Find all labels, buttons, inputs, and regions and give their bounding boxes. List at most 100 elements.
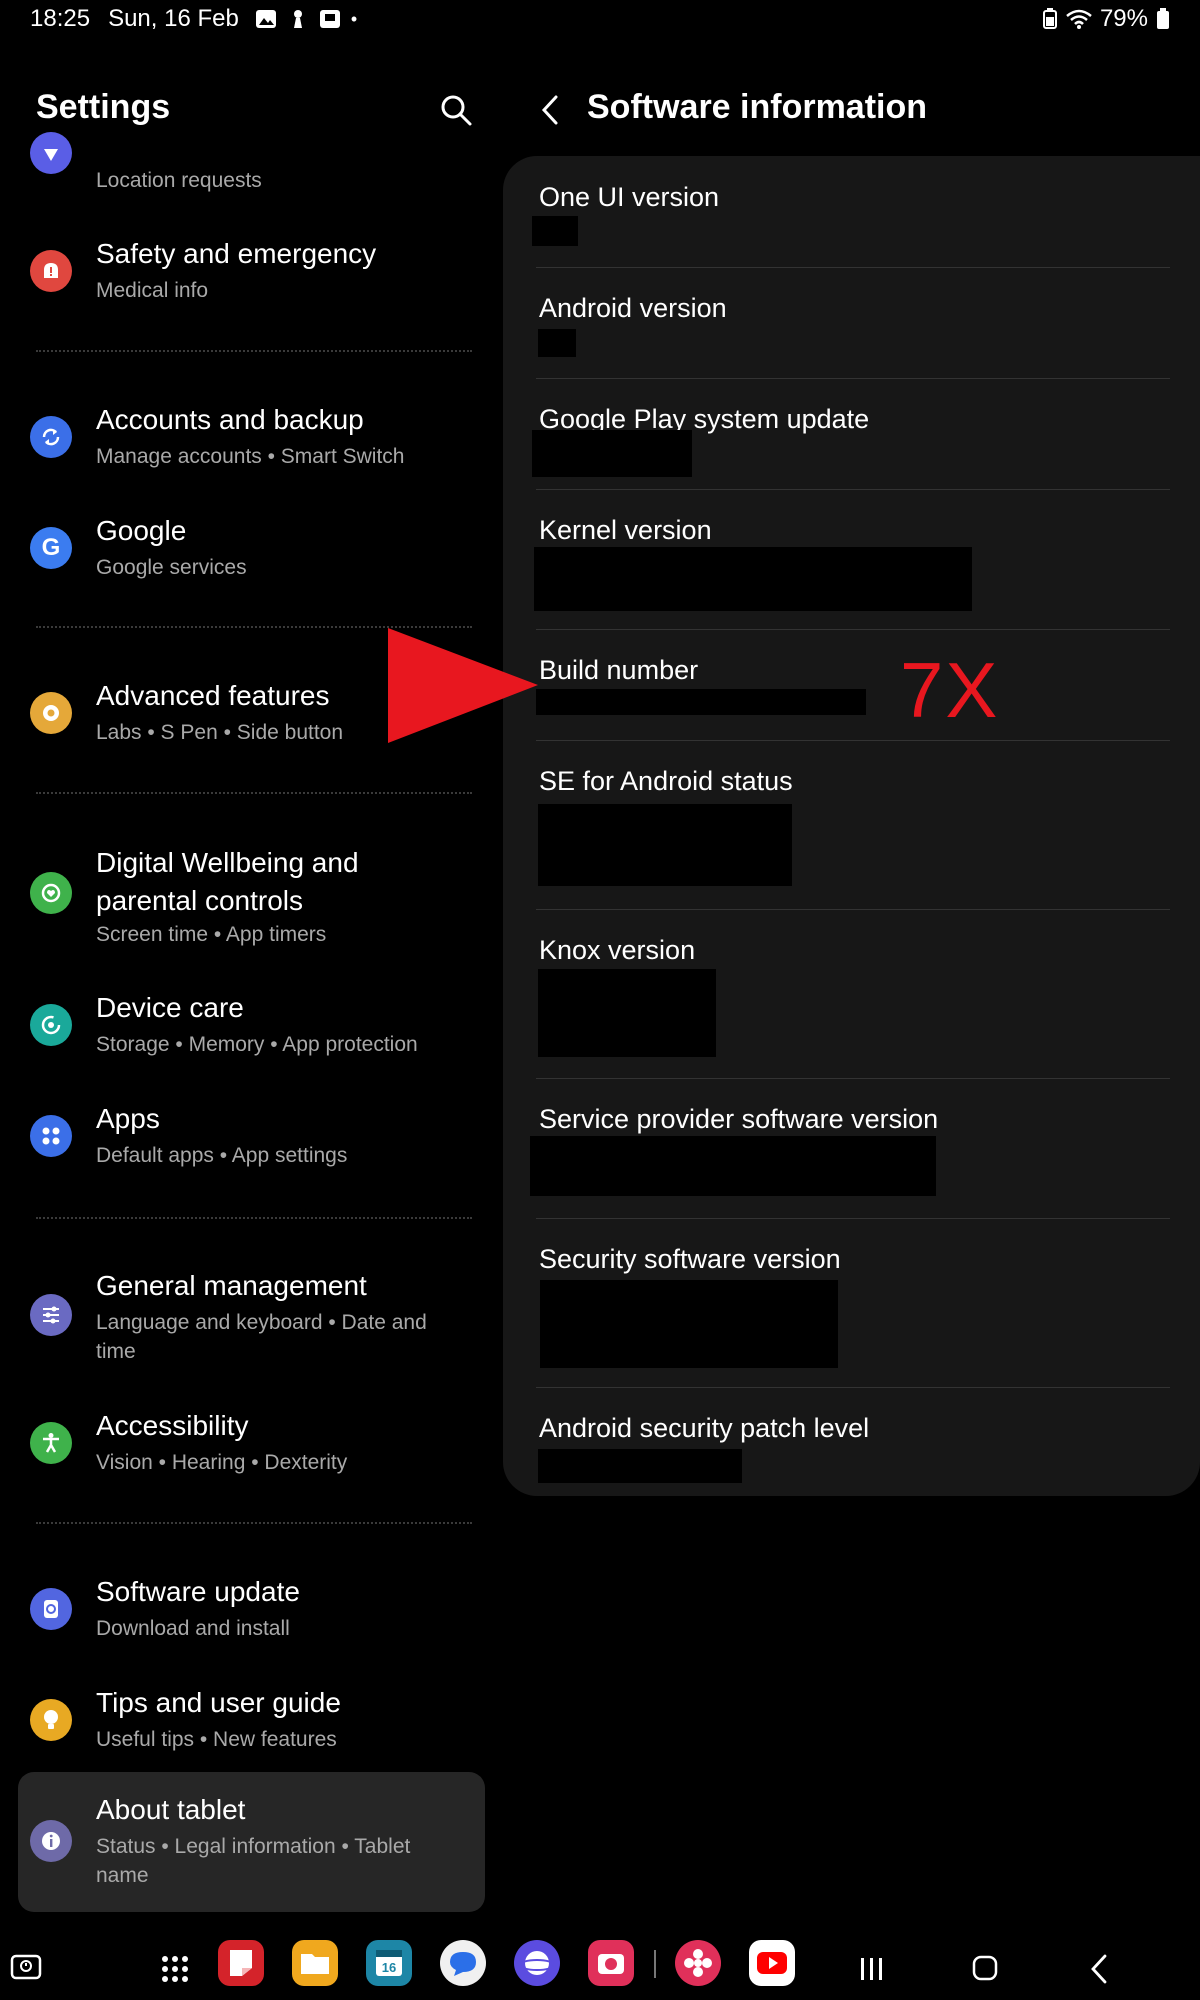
settings-item-subtitle: Status • Legal information • Tablet name xyxy=(96,1835,411,1887)
row-divider xyxy=(536,1078,1170,1079)
settings-item-title: Google xyxy=(96,515,187,546)
settings-item-subtitle: Storage • Memory • App protection xyxy=(96,1033,418,1056)
settings-item-title: Safety and emergency xyxy=(96,238,377,269)
info-row-android-version[interactable]: Android version xyxy=(536,289,1170,379)
info-row-se-android-status[interactable]: SE for Android status xyxy=(536,762,1170,908)
screenshot-notification-icon xyxy=(319,10,340,28)
settings-item-title: About tablet xyxy=(96,1794,246,1825)
settings-item-subtitle: Language and keyboard • Date and time xyxy=(96,1311,427,1363)
settings-item-software-update[interactable]: Software update Download and install xyxy=(0,1574,490,1654)
info-row-one-ui-version[interactable]: One UI version xyxy=(532,178,1170,268)
home-button-icon[interactable] xyxy=(970,1953,1000,1983)
info-row-knox-version[interactable]: Knox version xyxy=(536,931,1170,1077)
settings-item-digital-wellbeing[interactable]: Digital Wellbeing and parental controls … xyxy=(0,842,490,952)
row-divider xyxy=(536,629,1170,630)
info-row-label: Build number xyxy=(539,655,699,685)
row-divider xyxy=(536,1387,1170,1388)
settings-item-device-care[interactable]: Device care Storage • Memory • App prote… xyxy=(0,990,490,1070)
info-row-build-number[interactable]: Build number xyxy=(536,651,1170,741)
recent-apps-panel-icon[interactable] xyxy=(10,1954,42,1984)
google-icon: G xyxy=(30,527,72,569)
redacted-value xyxy=(540,1280,838,1368)
messages-app-icon[interactable] xyxy=(440,1940,486,1986)
section-divider xyxy=(36,1217,472,1219)
status-left: 18:25 Sun, 16 Feb • xyxy=(30,5,357,33)
info-row-security-patch-level[interactable]: Android security patch level xyxy=(536,1409,1170,1499)
settings-item-accounts[interactable]: Accounts and backup Manage accounts • Sm… xyxy=(0,402,490,482)
settings-item-general-management[interactable]: General management Language and keyboard… xyxy=(0,1268,490,1378)
settings-item-title: Digital Wellbeing and parental controls xyxy=(96,847,359,916)
back-button-icon[interactable] xyxy=(1088,1953,1110,1985)
calendar-app-icon[interactable]: 16 xyxy=(366,1940,412,1986)
row-divider xyxy=(536,267,1170,268)
recents-button-icon[interactable] xyxy=(858,1954,886,1984)
settings-item-subtitle: Download and install xyxy=(96,1617,290,1640)
notes-app-icon[interactable] xyxy=(218,1940,264,1986)
row-divider xyxy=(536,740,1170,741)
battery-icon xyxy=(1157,8,1169,29)
back-arrow-icon[interactable] xyxy=(536,92,566,128)
battery-saver-icon xyxy=(1042,8,1057,29)
info-row-kernel-version[interactable]: Kernel version xyxy=(534,511,1170,629)
device-care-icon xyxy=(30,1004,72,1046)
info-row-label: Security software version xyxy=(539,1244,841,1274)
status-date: Sun, 16 Feb xyxy=(108,5,239,32)
settings-item-about-tablet[interactable]: About tablet Status • Legal information … xyxy=(18,1772,485,1912)
settings-item-subtitle: Vision • Hearing • Dexterity xyxy=(96,1451,348,1474)
app-drawer-icon[interactable] xyxy=(160,1954,190,1984)
redacted-value xyxy=(536,689,866,715)
info-row-label: Service provider software version xyxy=(539,1104,939,1134)
software-update-icon xyxy=(30,1588,72,1630)
info-row-label: SE for Android status xyxy=(539,766,793,796)
sliders-icon xyxy=(30,1294,72,1336)
settings-item-title: Accessibility xyxy=(96,1410,249,1441)
redacted-value xyxy=(532,430,692,477)
settings-item-location[interactable]: Location requests xyxy=(0,132,490,192)
redacted-value xyxy=(530,1136,936,1196)
redacted-value xyxy=(538,1449,742,1483)
chess-notification-icon xyxy=(293,10,302,28)
search-icon[interactable] xyxy=(438,92,474,128)
settings-item-accessibility[interactable]: Accessibility Vision • Hearing • Dexteri… xyxy=(0,1408,490,1488)
settings-item-title: Software update xyxy=(96,1576,300,1607)
info-row-service-provider-version[interactable]: Service provider software version xyxy=(530,1100,1170,1218)
status-time: 18:25 xyxy=(30,5,91,32)
camera-app-icon[interactable] xyxy=(588,1940,634,1986)
settings-item-title: Advanced features xyxy=(96,680,330,711)
settings-title: Settings xyxy=(36,88,171,126)
settings-item-tips[interactable]: Tips and user guide Useful tips • New fe… xyxy=(0,1685,490,1765)
settings-item-apps[interactable]: Apps Default apps • App settings xyxy=(0,1101,490,1181)
annotation-tap-count: 7X xyxy=(900,646,1000,734)
info-row-label: Android security patch level xyxy=(539,1413,870,1443)
annotation-arrow-icon xyxy=(388,628,538,743)
settings-item-google[interactable]: G Google Google services xyxy=(0,513,490,593)
internet-app-icon[interactable] xyxy=(514,1940,560,1986)
youtube-app-icon[interactable] xyxy=(749,1940,795,1986)
info-icon xyxy=(30,1820,72,1862)
settings-item-subtitle: Google services xyxy=(96,556,247,579)
settings-item-subtitle: Default apps • App settings xyxy=(96,1144,348,1167)
info-row-label: Android version xyxy=(539,293,727,323)
settings-item-title: Tips and user guide xyxy=(96,1687,341,1718)
settings-item-title: Accounts and backup xyxy=(96,404,364,435)
info-row-security-software-version[interactable]: Security software version xyxy=(536,1240,1170,1386)
gallery-app-icon[interactable] xyxy=(675,1940,721,1986)
redacted-value xyxy=(538,969,716,1057)
settings-item-subtitle: Manage accounts • Smart Switch xyxy=(96,445,405,468)
location-icon xyxy=(30,132,72,174)
row-divider xyxy=(536,909,1170,910)
redacted-value xyxy=(532,216,578,246)
redacted-value xyxy=(534,547,972,611)
wifi-icon xyxy=(1066,9,1092,29)
row-divider xyxy=(536,489,1170,490)
settings-item-subtitle: Location requests xyxy=(96,169,262,192)
row-divider xyxy=(536,378,1170,379)
page-title: Software information xyxy=(587,88,928,126)
settings-item-subtitle: Screen time • App timers xyxy=(96,923,327,946)
info-row-google-play-update[interactable]: Google Play system update xyxy=(532,400,1170,490)
settings-item-safety[interactable]: Safety and emergency Medical info xyxy=(0,236,490,316)
my-files-app-icon[interactable] xyxy=(292,1940,338,1986)
apps-icon xyxy=(30,1115,72,1157)
status-bar: 18:25 Sun, 16 Feb • 79% xyxy=(0,0,1200,38)
section-divider xyxy=(36,350,472,352)
